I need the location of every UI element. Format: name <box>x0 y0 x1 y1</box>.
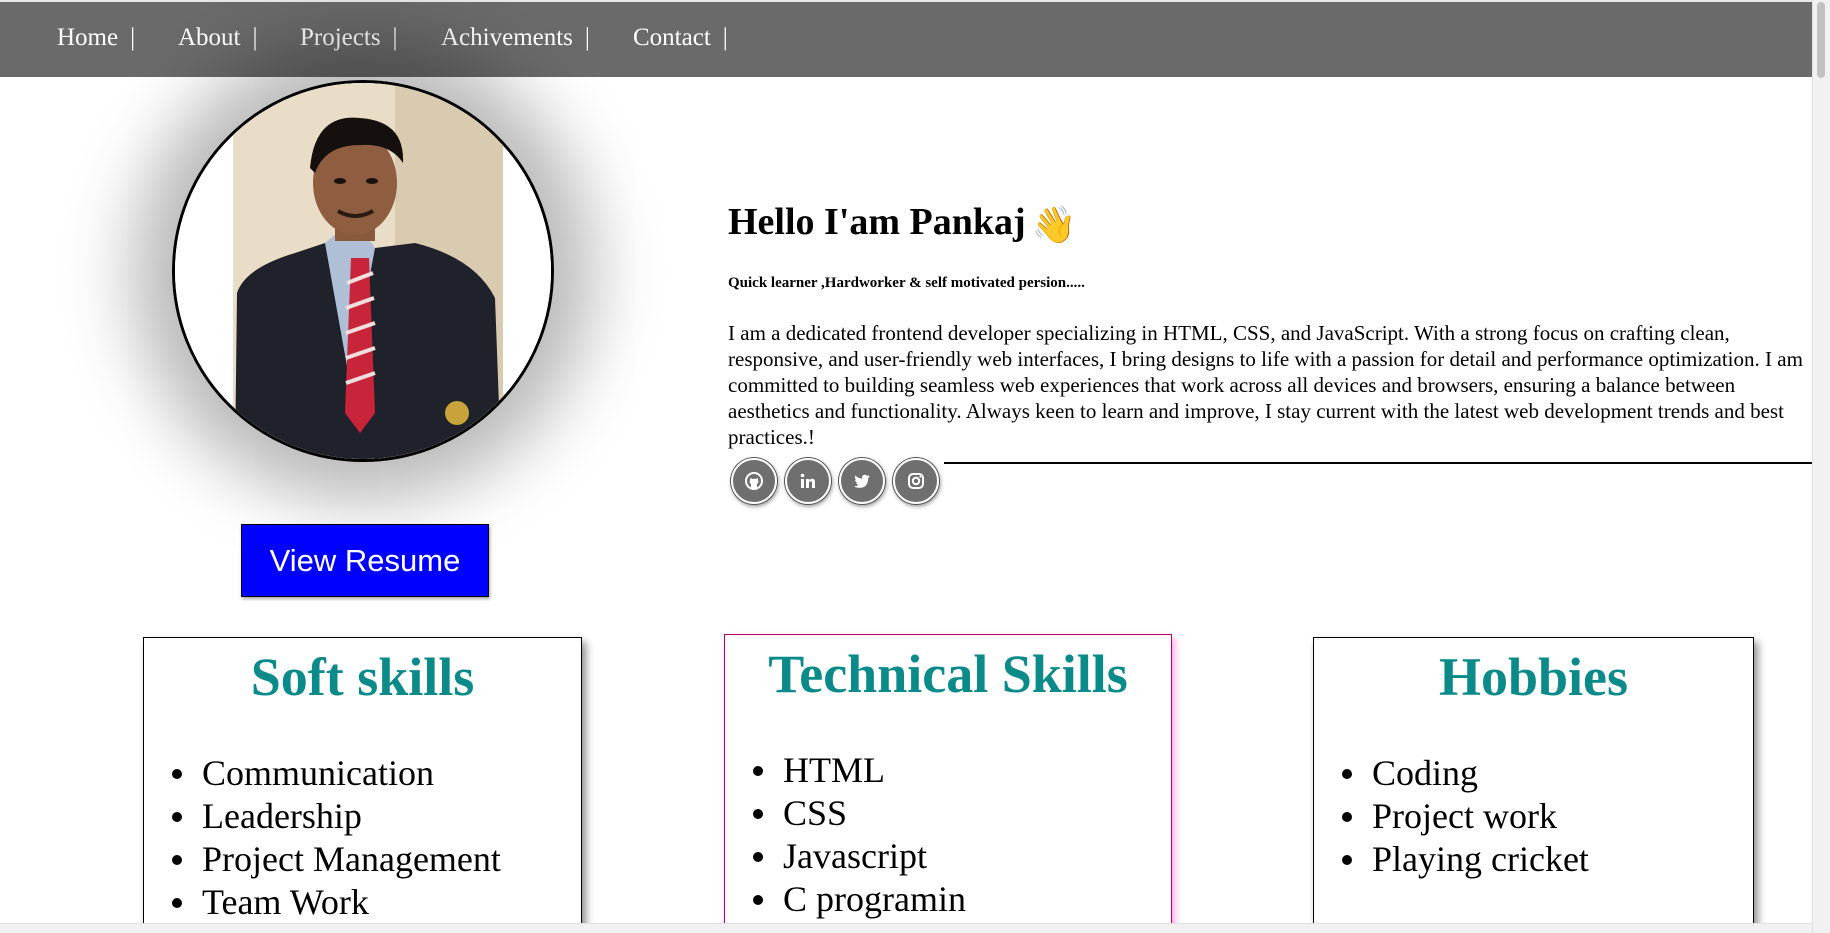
hobbies-card: Hobbies Coding Project work Playing cric… <box>1313 637 1754 933</box>
nav-home-label: Home <box>57 24 119 51</box>
nav-home[interactable]: Home | <box>57 24 135 52</box>
linkedin-link[interactable] <box>785 458 831 504</box>
list-item: Playing cricket <box>1342 838 1753 881</box>
scrollbar-thumb[interactable] <box>1817 2 1825 78</box>
list-item-text: Coding <box>1372 753 1479 793</box>
list-item-text: Project Management <box>202 839 501 879</box>
bullet-icon <box>172 897 182 908</box>
technical-skills-card: Technical Skills HTML CSS Javascript C p… <box>724 634 1172 933</box>
hobbies-list: Coding Project work Playing cricket <box>1314 752 1753 881</box>
list-item: Project work <box>1342 795 1753 838</box>
page: Home | About | Projects | Achivements | … <box>0 0 1830 933</box>
nav-about[interactable]: About | <box>178 24 258 52</box>
waving-hand-icon: 👋 <box>1031 205 1077 246</box>
bullet-icon <box>1342 811 1352 822</box>
twitter-icon <box>854 474 870 488</box>
list-item-text: Javascript <box>783 836 927 876</box>
bullet-icon <box>1342 768 1352 779</box>
list-item-text: CSS <box>783 793 848 833</box>
list-item: C programin <box>753 878 1171 921</box>
list-item: Javascript <box>753 835 1171 878</box>
github-link[interactable] <box>731 458 777 504</box>
nav-separator: | <box>130 24 136 51</box>
list-item: Coding <box>1342 752 1753 795</box>
nav-separator: | <box>392 24 398 51</box>
instagram-link[interactable] <box>893 458 939 504</box>
intro-heading: Hello I'am Pankaj 👋 <box>728 200 1077 246</box>
about-paragraph: I am a dedicated frontend developer spec… <box>728 321 1803 449</box>
navbar: Home | About | Projects | Achivements | … <box>0 2 1813 77</box>
profile-photo <box>172 80 554 462</box>
bullet-icon <box>753 894 763 905</box>
list-item: Leadership <box>172 795 581 838</box>
list-item: CSS <box>753 792 1171 835</box>
nav-separator: | <box>722 24 728 51</box>
github-icon <box>745 472 763 490</box>
bullet-icon <box>172 811 182 822</box>
twitter-link[interactable] <box>839 458 885 504</box>
vertical-scrollbar[interactable] <box>1812 0 1830 933</box>
list-item: Communication <box>172 752 581 795</box>
technical-skills-list: HTML CSS Javascript C programin <box>725 749 1171 921</box>
soft-skills-list: Communication Leadership Project Managem… <box>144 752 581 924</box>
intro-tagline: Quick learner ,Hardworker & self motivat… <box>728 275 1085 291</box>
intro-heading-text: Hello I'am Pankaj <box>728 201 1026 243</box>
bullet-icon <box>753 765 763 776</box>
nav-projects[interactable]: Projects | <box>300 24 398 52</box>
list-item-text: Project work <box>1372 796 1557 836</box>
hobbies-title: Hobbies <box>1438 647 1629 707</box>
bullet-icon <box>172 854 182 865</box>
view-resume-button[interactable]: View Resume <box>241 524 489 597</box>
horizontal-scrollbar[interactable] <box>0 923 1813 933</box>
list-item-text: C programin <box>783 879 966 919</box>
list-item-text: HTML <box>783 750 885 790</box>
linkedin-icon <box>800 473 815 488</box>
nav-projects-label: Projects <box>300 24 381 51</box>
profile-photo-illustration <box>175 83 551 459</box>
nav-separator: | <box>252 24 258 51</box>
list-item: Team Work <box>172 881 581 924</box>
technical-skills-title: Technical Skills <box>768 644 1128 704</box>
social-links <box>731 458 947 504</box>
divider-line <box>944 462 1814 464</box>
nav-achievements-label: Achivements <box>441 24 573 51</box>
soft-skills-title: Soft skills <box>250 647 475 707</box>
list-item-text: Team Work <box>202 882 369 922</box>
nav-about-label: About <box>178 24 241 51</box>
list-item: HTML <box>753 749 1171 792</box>
instagram-icon <box>908 473 924 489</box>
list-item: Project Management <box>172 838 581 881</box>
bullet-icon <box>753 808 763 819</box>
list-item-text: Playing cricket <box>1372 839 1589 879</box>
nav-contact-label: Contact <box>633 24 711 51</box>
list-item-text: Leadership <box>202 796 362 836</box>
list-item-text: Communication <box>202 753 434 793</box>
nav-contact[interactable]: Contact | <box>633 24 728 52</box>
soft-skills-card: Soft skills Communication Leadership Pro… <box>143 637 582 933</box>
bullet-icon <box>1342 854 1352 865</box>
nav-separator: | <box>584 24 590 51</box>
bullet-icon <box>753 851 763 862</box>
nav-achievements[interactable]: Achivements | <box>441 24 590 52</box>
bullet-icon <box>172 768 182 779</box>
